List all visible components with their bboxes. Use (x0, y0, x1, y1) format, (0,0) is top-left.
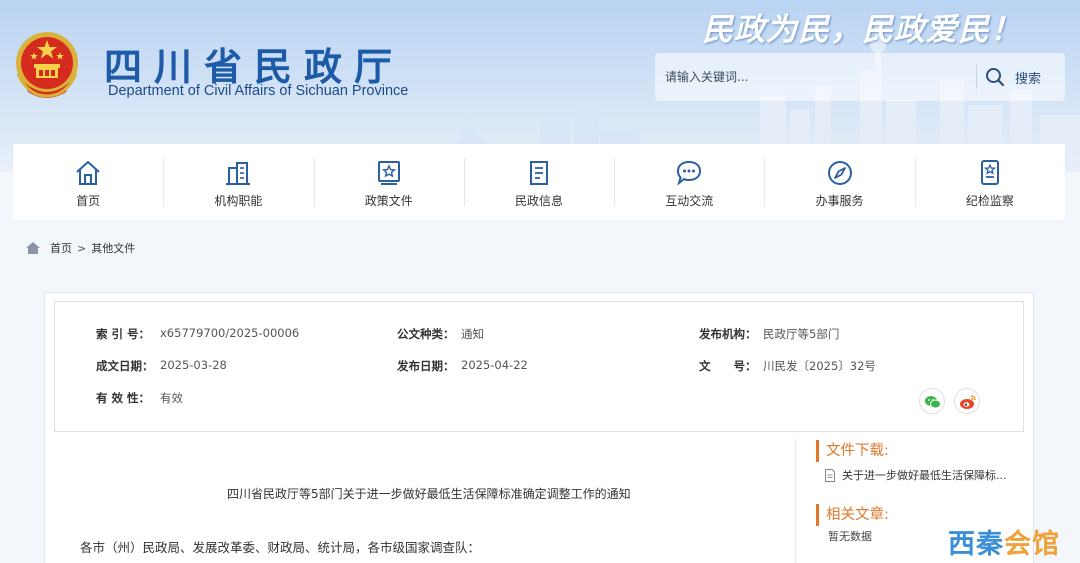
metadata-key: 有 效 性： (96, 391, 151, 405)
metadata-key: 发布日期： (397, 359, 455, 373)
nav-label: 民政信息 (514, 193, 563, 208)
download-file-link[interactable]: 关于进一步做好最低生活保障标... (824, 467, 1007, 483)
metadata-value: 有效 (160, 391, 183, 405)
chat-icon (677, 160, 702, 186)
search-button-label: 搜索 (1015, 71, 1042, 87)
nav-item-civil-affairs-info[interactable]: 民政信息 (463, 144, 614, 220)
breadcrumb: 首页 > 其他文件 (25, 240, 135, 256)
breadcrumb-current[interactable]: 其他文件 (91, 240, 135, 256)
search-button[interactable]: 搜索 (985, 63, 1057, 91)
metadata-index-no: 索 引 号： x65779700/2025-00006 (96, 326, 299, 342)
home-icon (76, 160, 100, 185)
nav-label: 政策文件 (364, 193, 413, 208)
nav-item-organization[interactable]: 机构职能 (163, 144, 313, 220)
nav-label: 办事服务 (815, 193, 864, 208)
nav-item-home[interactable]: 首页 (13, 144, 163, 220)
metadata-value: 2025-03-28 (160, 358, 227, 372)
nav-item-policy-documents[interactable]: 政策文件 (313, 144, 464, 220)
metadata-key: 公文种类： (397, 327, 455, 341)
metadata-row: 索 引 号： x65779700/2025-00006 公文种类： 通知 发布机… (55, 326, 1025, 346)
file-download-heading: 文件下载: (816, 440, 889, 462)
metadata-key: 索 引 号： (96, 327, 151, 341)
nav-item-services[interactable]: 办事服务 (764, 144, 914, 220)
related-articles-heading: 相关文章: (816, 504, 889, 526)
watermark-logo: 西秦会馆 (948, 522, 1060, 561)
metadata-validity: 有 效 性： 有效 (96, 390, 183, 406)
compass-icon (827, 160, 852, 185)
watermark-part-1: 西秦 (948, 529, 1004, 560)
document-star-icon (377, 160, 400, 185)
nav-item-interaction[interactable]: 互动交流 (614, 144, 764, 220)
home-icon (26, 242, 40, 254)
download-file-name: 关于进一步做好最低生活保障标... (842, 469, 1007, 482)
metadata-doc-no: 文 号： 川民发〔2025〕32号 (699, 358, 876, 374)
nav-item-discipline-inspection[interactable]: 纪检监察 (914, 144, 1065, 220)
metadata-value: 通知 (461, 327, 484, 341)
search-icon (986, 68, 1005, 87)
share-weibo-button[interactable] (954, 388, 980, 414)
search-box: 搜索 (655, 53, 1065, 101)
metadata-key: 成文日期： (96, 359, 154, 373)
breadcrumb-home-link[interactable]: 首页 (50, 240, 72, 256)
news-icon (529, 160, 548, 185)
search-input[interactable] (665, 63, 975, 91)
share-wechat-button[interactable] (919, 388, 945, 414)
metadata-key: 文 号： (699, 359, 757, 373)
metadata-doc-type: 公文种类： 通知 (397, 326, 484, 342)
content-sidebar-divider (795, 439, 796, 563)
weibo-icon (960, 395, 976, 409)
metadata-row: 成文日期： 2025-03-28 发布日期： 2025-04-22 文 号： 川… (55, 358, 1025, 378)
metadata-row: 有 效 性： 有效 (55, 390, 1025, 410)
building-icon (226, 161, 251, 185)
main-nav: 首页 机构职能 政策文件 民政信息 互动交流 办事服务 纪检监察 (13, 144, 1065, 220)
wechat-icon (925, 396, 941, 409)
metadata-key: 发布机构： (699, 327, 757, 341)
watermark-part-2: 会馆 (1004, 529, 1060, 560)
file-icon (825, 468, 835, 482)
breadcrumb-separator: > (77, 241, 87, 255)
metadata-issuer: 发布机构： 民政厅等5部门 (699, 326, 839, 342)
article-container: 索 引 号： x65779700/2025-00006 公文种类： 通知 发布机… (44, 292, 1034, 563)
search-divider (976, 65, 977, 89)
related-articles-empty: 暂无数据 (828, 530, 872, 543)
national-emblem-icon (16, 32, 78, 98)
document-metadata: 索 引 号： x65779700/2025-00006 公文种类： 通知 发布机… (54, 301, 1024, 432)
metadata-value: 川民发〔2025〕32号 (763, 359, 876, 373)
metadata-value: x65779700/2025-00006 (160, 326, 300, 340)
metadata-value: 2025-04-22 (461, 358, 528, 372)
site-title-english: Department of Civil Affairs of Sichuan P… (108, 83, 409, 99)
article-title: 四川省民政厅等5部门关于进一步做好最低生活保障标准确定调整工作的通知 (227, 487, 631, 501)
metadata-created-date: 成文日期： 2025-03-28 (96, 358, 227, 374)
nav-label: 互动交流 (665, 193, 714, 208)
nav-label: 纪检监察 (965, 193, 1014, 208)
metadata-value: 民政厅等5部门 (763, 327, 840, 341)
metadata-publish-date: 发布日期： 2025-04-22 (397, 358, 528, 374)
article-salutation: 各市（州）民政局、发展改革委、财政局、统计局，各市级国家调查队： (80, 540, 481, 555)
badge-icon (980, 159, 999, 185)
nav-label: 首页 (76, 193, 101, 208)
nav-label: 机构职能 (214, 193, 263, 208)
slogan: 民政为民，民政爱民！ (702, 12, 1022, 48)
